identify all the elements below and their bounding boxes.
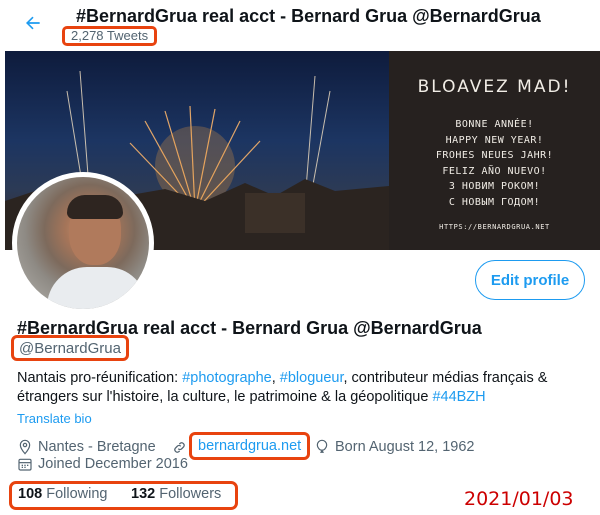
- user-handle: @BernardGrua: [11, 335, 129, 361]
- banner-line: HAPPY NEW YEAR!: [445, 134, 544, 146]
- joined-item: Joined December 2016: [17, 456, 188, 472]
- tweet-count: 2,278 Tweets: [62, 26, 158, 46]
- bio-text: Nantais pro-réunification:: [17, 370, 183, 386]
- balloon-icon: [316, 439, 328, 453]
- banner-heading: BLOAVEZ MAD!: [417, 77, 572, 97]
- location-pin-icon: [19, 439, 31, 455]
- profile-header: #BernardGrua real acct - Bernard Grua @B…: [0, 0, 600, 50]
- following-link[interactable]: 108 Following: [18, 486, 107, 502]
- following-label: Following: [46, 486, 108, 502]
- arrow-left-icon: [26, 16, 40, 30]
- location-text: Nantes - Bretagne: [38, 439, 156, 455]
- banner-line: FELIZ AÑO NUEVO!: [442, 165, 547, 177]
- calendar-icon: [18, 458, 32, 471]
- location-item: Nantes - Bretagne: [17, 437, 156, 457]
- avatar-shirt: [47, 267, 147, 309]
- following-count: 108: [18, 486, 43, 502]
- banner-line: С НОВЫМ ГОДОМ!: [448, 196, 541, 208]
- back-button[interactable]: [20, 10, 46, 36]
- avatar-hair: [67, 195, 123, 219]
- header-title: #BernardGrua real acct - Bernard Grua @B…: [76, 6, 541, 26]
- hashtag-link[interactable]: #blogueur: [280, 370, 344, 386]
- date-annotation: 2021/01/03: [464, 488, 574, 510]
- translate-bio-link[interactable]: Translate bio: [17, 411, 92, 426]
- link-icon: [174, 441, 185, 453]
- bio-text: ,: [271, 370, 280, 386]
- banner-url: HTTPS://BERNARDGRUA.NET: [439, 223, 550, 231]
- hashtag-link[interactable]: #44BZH: [432, 389, 485, 405]
- followers-label: Followers: [159, 486, 222, 502]
- banner-line: BONNE ANNÉE!: [455, 119, 534, 130]
- avatar[interactable]: [12, 172, 154, 314]
- banner-line: FROHES NEUES JAHR!: [435, 150, 554, 161]
- hashtag-link[interactable]: #photographe: [182, 370, 272, 386]
- birthday-item: Born August 12, 1962: [314, 437, 474, 457]
- banner-greetings: BONNE ANNÉE! HAPPY NEW YEAR! FROHES NEUE…: [389, 117, 600, 210]
- followers-count: 132: [131, 486, 156, 502]
- edit-profile-button[interactable]: Edit profile: [475, 260, 585, 300]
- joined-text: Joined December 2016: [38, 456, 188, 472]
- website-link[interactable]: bernardgrua.net: [189, 432, 311, 460]
- profile-bio: Nantais pro-réunification: #photographe,…: [17, 369, 587, 407]
- banner-greeting-panel: BLOAVEZ MAD! BONNE ANNÉE! HAPPY NEW YEAR…: [389, 51, 600, 250]
- birthday-text: Born August 12, 1962: [335, 439, 475, 455]
- followers-link[interactable]: 132 Followers: [131, 486, 221, 502]
- banner-line: З НОВИМ РОКОМ!: [448, 181, 541, 192]
